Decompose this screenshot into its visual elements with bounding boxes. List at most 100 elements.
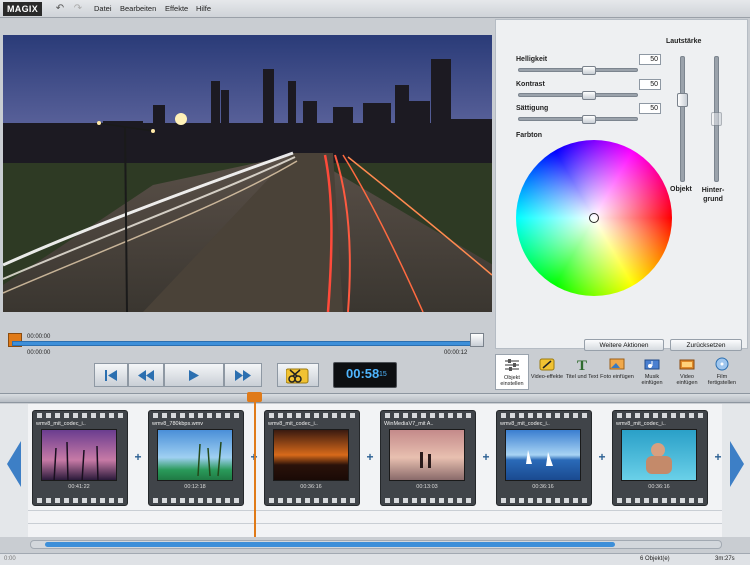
rewind-icon (138, 370, 154, 381)
play-button[interactable] (164, 363, 224, 387)
tool-insert-photo[interactable]: Foto einfügen (600, 354, 634, 390)
brightness-value[interactable]: 50 (639, 54, 661, 65)
rewind-button[interactable] (128, 363, 164, 387)
scrub-end-time: 00:00:12 (444, 350, 468, 356)
clip-name: wmv8_mit_codec_i.. (500, 421, 550, 427)
menu-hilfe[interactable]: Hilfe (196, 4, 211, 13)
menu-bearbeiten[interactable]: Bearbeiten (120, 4, 156, 13)
contrast-label: Kontrast (516, 81, 545, 88)
color-wheel[interactable] (516, 140, 672, 296)
app-window: MAGIX ↶ ↷ Datei Bearbeiten Effekte Hilfe (0, 0, 750, 565)
disc-icon (715, 357, 729, 371)
go-to-start-button[interactable] (94, 363, 128, 387)
add-transition-icon[interactable]: + (133, 450, 143, 464)
clip-1[interactable]: wmv8_mit_codec_i.. 00:41:22 (32, 410, 128, 506)
object-volume-label: Objekt (670, 186, 692, 193)
clip-duration: 00:41:22 (68, 484, 90, 490)
clip-duration: 00:36:16 (648, 484, 670, 490)
tool-video-effects[interactable]: Video-effekte (530, 354, 564, 390)
background-volume-thumb[interactable] (711, 112, 722, 126)
contrast-thumb[interactable] (582, 91, 596, 100)
timeline-scrollbar[interactable] (30, 540, 722, 549)
color-picker-handle[interactable] (589, 213, 599, 223)
contrast-value[interactable]: 50 (639, 79, 661, 90)
clip-thumbnail (505, 429, 581, 481)
saturation-value[interactable]: 50 (639, 103, 661, 114)
redo-icon[interactable]: ↷ (72, 3, 84, 15)
brightness-thumb[interactable] (582, 66, 596, 75)
contrast-slider[interactable] (518, 93, 638, 97)
tool-label: Video einfügen (676, 374, 698, 386)
brightness-label: Helligkeit (516, 56, 548, 63)
menu-datei[interactable]: Datei (94, 4, 112, 13)
skip-start-icon (105, 370, 117, 381)
video-preview[interactable] (3, 35, 492, 312)
timeline-scrollbar-thumb[interactable] (45, 542, 615, 547)
add-transition-icon[interactable]: + (597, 450, 607, 464)
clip-duration: 00:13:03 (416, 484, 438, 490)
fast-forward-icon (235, 370, 251, 381)
clip-name: wmv8_mit_codec_i.. (268, 421, 318, 427)
add-transition-icon[interactable]: + (481, 450, 491, 464)
clip-6[interactable]: wmv8_mit_codec_i.. 00:36:16 (612, 410, 708, 506)
reset-button[interactable]: Zurücksetzen (670, 339, 742, 351)
status-left: 0:00 (4, 556, 16, 562)
object-volume-slider[interactable] (680, 56, 685, 182)
clip-duration: 00:36:16 (532, 484, 554, 490)
object-settings-panel: Lautstärke Helligkeit 50 Kontrast 50 Sät… (495, 19, 748, 351)
timecode-frames: 15 (379, 371, 387, 378)
scrub-track[interactable] (12, 341, 478, 346)
track-divider (28, 523, 722, 524)
clip-duration: 00:12:18 (184, 484, 206, 490)
object-volume-thumb[interactable] (677, 93, 688, 107)
status-bar: 0:00 6 Objekt(e) 3m:27s (0, 553, 750, 565)
status-object-count: 6 Objekt(e) (640, 556, 670, 562)
tool-label: Titel und Text (565, 374, 599, 380)
more-actions-button[interactable]: Weitere Aktionen (584, 339, 664, 351)
clip-name: wmv8_780kbps.wmv (152, 421, 204, 427)
out-point-handle[interactable] (470, 333, 484, 347)
undo-icon[interactable]: ↶ (54, 3, 66, 15)
scroll-left-icon[interactable] (5, 439, 23, 489)
clip-4[interactable]: WinMediaV7_mit A.. 00:13:03 (380, 410, 476, 506)
scissors-icon (286, 368, 309, 384)
tool-titles[interactable]: T Titel und Text (565, 354, 599, 390)
tool-object-settings[interactable]: Objekt einstellen (495, 354, 529, 390)
background-volume-label: Hinter- grund (701, 187, 725, 203)
saturation-label: Sättigung (516, 105, 549, 112)
menu-effekte[interactable]: Effekte (165, 4, 188, 13)
text-icon: T (577, 358, 587, 374)
tool-insert-music[interactable]: Musik einfügen (635, 354, 669, 390)
track-divider (28, 510, 722, 511)
clip-3[interactable]: wmv8_mit_codec_i.. 00:36:16 (264, 410, 360, 506)
playhead-line[interactable] (254, 393, 256, 537)
saturation-thumb[interactable] (582, 115, 596, 124)
brightness-slider[interactable] (518, 68, 638, 72)
clip-name: wmv8_mit_codec_i.. (36, 421, 86, 427)
clip-2[interactable]: wmv8_780kbps.wmv 00:12:18 (148, 410, 244, 506)
tool-insert-video[interactable]: Video einfügen (670, 354, 704, 390)
tool-label: Video-effekte (530, 374, 564, 380)
clip-name: WinMediaV7_mit A.. (384, 421, 434, 427)
clip-thumbnail (621, 429, 697, 481)
add-transition-icon[interactable]: + (713, 450, 723, 464)
cut-button[interactable] (277, 363, 319, 387)
tool-finish-movie[interactable]: Film fertigstellen (705, 354, 739, 390)
music-icon (644, 359, 660, 370)
timeline-ruler[interactable] (0, 393, 750, 403)
magic-wand-icon (539, 358, 555, 371)
timecode-display: 00:58 15 (333, 362, 397, 388)
add-transition-icon[interactable]: + (365, 450, 375, 464)
tool-label: Musik einfügen (641, 374, 663, 386)
scroll-right-icon[interactable] (728, 439, 746, 489)
timecode-main: 00:58 (346, 366, 380, 381)
photo-icon (609, 358, 625, 370)
tool-label: Film fertigstellen (707, 374, 737, 386)
clip-5[interactable]: wmv8_mit_codec_i.. 00:36:16 (496, 410, 592, 506)
clip-thumbnail (389, 429, 465, 481)
app-logo: MAGIX (3, 2, 43, 16)
play-icon (189, 370, 199, 381)
fast-forward-button[interactable] (224, 363, 262, 387)
saturation-slider[interactable] (518, 117, 638, 121)
scrub-start-time: 00:00:00 (27, 334, 51, 340)
